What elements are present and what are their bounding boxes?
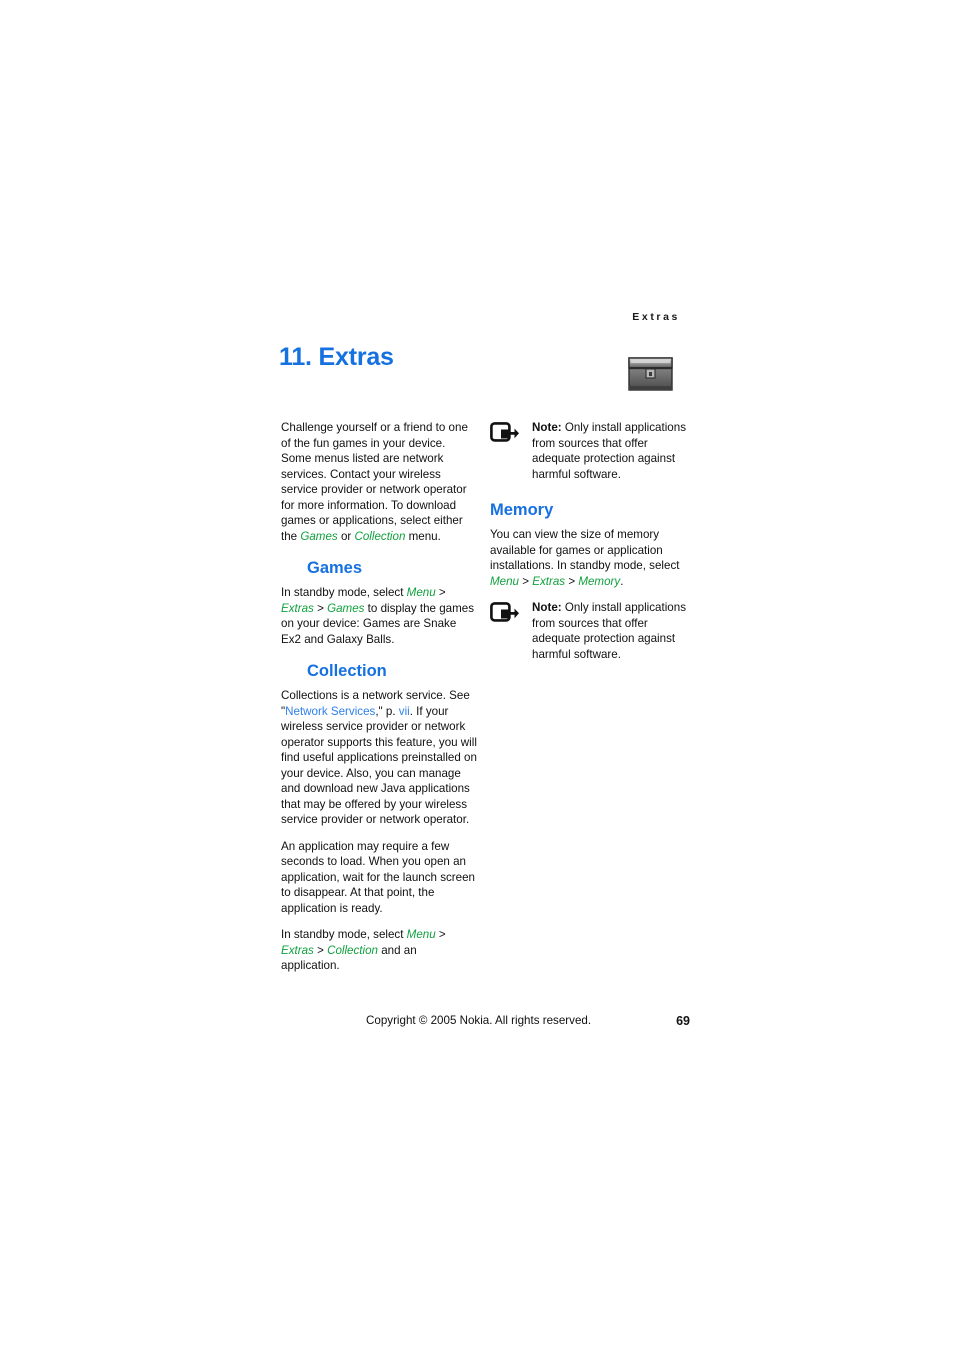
page-title: 11. Extras [279,343,394,371]
games-sep-1: > [435,586,446,599]
section-heading-games: Games [307,559,363,577]
intro-paragraph: Challenge yourself or a friend to one of… [281,420,477,544]
games-menu-term: Menu [406,586,436,599]
note-label-bottom: Note: [532,601,562,614]
footer-page-number: 69 [676,1014,690,1028]
intro-collection-term: Collection [354,529,406,543]
manual-page: Extras 11. Extras Challenge yourself or … [0,0,954,1351]
memory-memory-term: Memory [578,574,621,588]
collection-paragraph-1: Collections is a network service. See "N… [281,688,477,828]
right-column: Note: Only install applications from sou… [490,420,690,674]
memory-menu-term: Menu [490,574,520,588]
collection-text-2: ," p. [375,704,399,718]
running-header: Extras [632,311,680,323]
collection-p3-text-1: In standby mode, select [281,928,407,941]
collection-collection-term: Collection [327,943,378,957]
memory-paragraph: You can view the size of memory availabl… [490,527,690,589]
memory-extras-term: Extras [532,574,566,588]
note-block-top: Note: Only install applications from sou… [490,420,690,482]
memory-text-2: . [620,574,624,588]
note-icon [490,602,520,626]
note-block-bottom: Note: Only install applications from sou… [490,600,690,662]
collection-text-3: . If your wireless service provider or n… [281,704,477,827]
footer-copyright: Copyright © 2005 Nokia. All rights reser… [366,1014,592,1027]
treasure-chest-icon [625,352,676,394]
intro-text-3: menu. [405,529,441,543]
memory-sep-1: > [519,574,533,588]
note-text-top: Note: Only install applications from sou… [532,420,690,482]
collection-sep-2: > [313,943,328,957]
collection-sep-1: > [435,928,446,941]
intro-text-1: Challenge yourself or a friend to one of… [281,421,468,543]
games-games-term: Games [327,601,365,615]
left-column: Challenge yourself or a friend to one of… [281,420,477,985]
collection-paragraph-3: In standby mode, select Menu > Extras > … [281,927,477,974]
section-heading-memory: Memory [490,501,554,519]
games-text-1: In standby mode, select [281,586,407,599]
section-heading-collection: Collection [307,662,387,680]
games-sep-2: > [313,601,328,615]
games-extras-term: Extras [281,601,314,615]
memory-sep-2: > [565,574,579,588]
collection-extras-term: Extras [281,943,314,957]
link-network-services[interactable]: Network Services [285,705,375,718]
collection-menu-term: Menu [406,928,436,941]
intro-games-term: Games [300,529,338,543]
collection-paragraph-2: An application may require a few seconds… [281,839,475,915]
note-text-bottom: Note: Only install applications from sou… [532,600,690,662]
games-paragraph: In standby mode, select Menu > Extras > … [281,585,477,647]
intro-text-2: or [337,529,355,543]
note-label-top: Note: [532,421,562,434]
note-icon [490,422,520,446]
memory-text-1: You can view the size of memory availabl… [490,528,680,572]
link-page-vii[interactable]: vii [399,705,410,718]
